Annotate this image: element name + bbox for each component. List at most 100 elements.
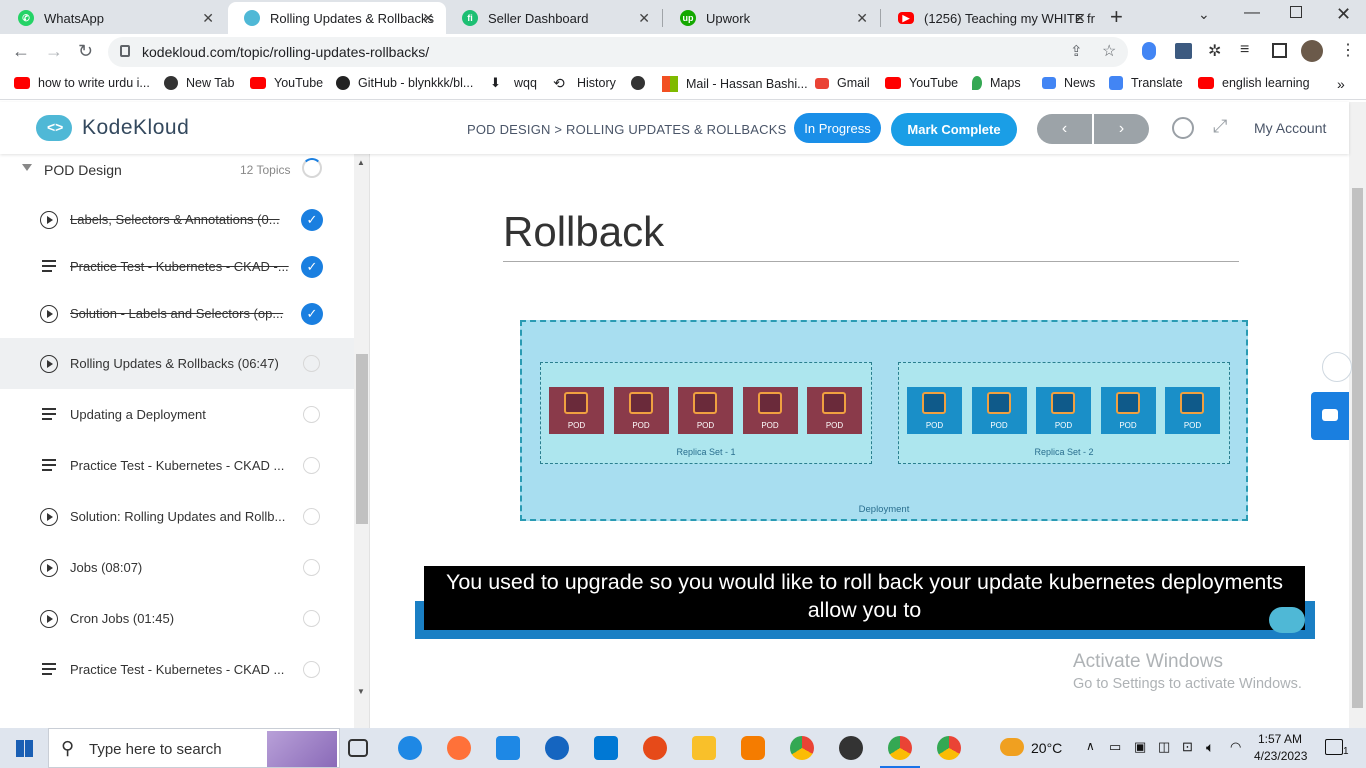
reload-icon[interactable]: ↻: [78, 41, 93, 62]
microphone-icon[interactable]: [1322, 352, 1352, 382]
kodekloud-logo[interactable]: <> KodeKloud: [36, 115, 189, 141]
settings-app-icon[interactable]: [741, 736, 765, 760]
restore-icon[interactable]: [1290, 6, 1302, 18]
bookmark-item[interactable]: ⟲ History: [553, 76, 616, 90]
sidebar-lesson-item[interactable]: Updating a Deployment: [0, 389, 354, 440]
scroll-up-icon[interactable]: ▲: [357, 158, 365, 167]
sidebar-lesson-item[interactable]: Practice Test - Kubernetes - CKAD ...: [0, 644, 354, 695]
app-icon[interactable]: [643, 736, 667, 760]
completed-check-icon[interactable]: ✓: [301, 208, 323, 231]
tab-youtube-video[interactable]: ▶ (1256) Teaching my WHITE fr ✕: [882, 2, 1098, 34]
tab-seller-dashboard[interactable]: fi Seller Dashboard ✕: [446, 2, 662, 34]
sidebar-lesson-item[interactable]: Solution: Rolling Updates and Rollb...: [0, 491, 354, 542]
voice-search-icon[interactable]: [1142, 42, 1156, 60]
back-icon[interactable]: ←: [12, 41, 30, 62]
incomplete-circle-icon[interactable]: [303, 559, 320, 576]
store-icon[interactable]: [496, 736, 520, 760]
incomplete-circle-icon[interactable]: [303, 355, 320, 372]
collapse-arrow-icon[interactable]: [22, 164, 32, 171]
address-bar[interactable]: kodekloud.com/topic/rolling-updates-roll…: [108, 37, 1128, 67]
my-account-link[interactable]: My Account: [1254, 120, 1326, 136]
monitor-icon[interactable]: ⊡: [1182, 739, 1193, 755]
breadcrumb[interactable]: POD DESIGN > ROLLING UPDATES & ROLLBACKS: [467, 122, 787, 137]
bookmark-item[interactable]: New Tab: [164, 76, 234, 90]
file-explorer-icon[interactable]: [692, 736, 716, 760]
chat-icon[interactable]: [1311, 392, 1349, 440]
window-close-icon[interactable]: ✕: [1336, 4, 1351, 25]
wifi-icon[interactable]: ◠: [1230, 739, 1241, 755]
weather-icon[interactable]: [1000, 738, 1024, 756]
task-view-icon[interactable]: [348, 739, 368, 757]
share-icon[interactable]: ⇪: [1070, 42, 1083, 60]
close-icon[interactable]: ✕: [638, 10, 650, 27]
completed-check-icon[interactable]: ✓: [301, 255, 323, 278]
windows-start-icon[interactable]: [16, 740, 33, 757]
obs-icon[interactable]: [839, 736, 863, 760]
forward-icon[interactable]: →: [45, 41, 63, 62]
notification-center-icon[interactable]: [1325, 739, 1343, 755]
bookmark-item[interactable]: Maps: [972, 76, 1021, 90]
bookmark-item[interactable]: Gmail: [815, 76, 870, 90]
tab-rolling-updates[interactable]: Rolling Updates & Rollbacks ✕: [228, 2, 446, 34]
chrome-profile-icon[interactable]: [888, 736, 912, 760]
sidebar-lesson-item[interactable]: Practice Test - Kubernetes - CKAD ...: [0, 440, 354, 491]
incomplete-circle-icon[interactable]: [303, 406, 320, 423]
close-icon[interactable]: ✕: [422, 10, 434, 27]
page-scrollbar[interactable]: [1349, 102, 1366, 728]
volume-icon[interactable]: 🔈︎: [1206, 739, 1214, 756]
mail-icon[interactable]: [594, 736, 618, 760]
completed-check-icon[interactable]: ✓: [301, 302, 323, 325]
incomplete-circle-icon[interactable]: [303, 457, 320, 474]
extension-download-icon[interactable]: [1175, 43, 1192, 59]
chrome-icon[interactable]: [790, 736, 814, 760]
display-icon[interactable]: ▣: [1134, 739, 1146, 755]
page-scroll-thumb[interactable]: [1352, 188, 1363, 708]
minimize-icon[interactable]: —: [1244, 4, 1260, 22]
sidebar-lesson-item[interactable]: Rolling Updates & Rollbacks (06:47): [0, 338, 354, 389]
mark-complete-button[interactable]: Mark Complete: [891, 113, 1017, 146]
phone-link-icon[interactable]: [545, 736, 569, 760]
clock-date[interactable]: 4/23/2023: [1254, 749, 1307, 763]
bookmarks-overflow-icon[interactable]: »: [1337, 76, 1345, 92]
camera-icon[interactable]: ◫: [1158, 739, 1170, 755]
scroll-down-icon[interactable]: ▼: [357, 687, 365, 696]
next-lesson-button[interactable]: ›: [1094, 114, 1149, 144]
extensions-puzzle-icon[interactable]: ✲: [1208, 41, 1221, 61]
bookmark-item[interactable]: english learning: [1198, 76, 1310, 90]
temperature-text[interactable]: 20°C: [1031, 740, 1062, 756]
tab-whatsapp[interactable]: ✆ WhatsApp ✕: [2, 2, 226, 34]
profile-avatar[interactable]: [1301, 40, 1323, 62]
sidebar-scrollbar[interactable]: ▲ ▼: [354, 154, 369, 728]
bookmark-item[interactable]: how to write urdu i...: [14, 76, 150, 90]
sidebar-lesson-item[interactable]: Labels, Selectors & Annotations (0... ✓: [0, 194, 354, 245]
clock-time[interactable]: 1:57 AM: [1258, 732, 1302, 746]
media-control-icon[interactable]: ≡: [1240, 41, 1249, 59]
chrome-profile-h-icon[interactable]: [937, 736, 961, 760]
close-icon[interactable]: ✕: [202, 10, 214, 27]
bookmark-item[interactable]: YouTube: [250, 76, 323, 90]
section-header[interactable]: POD Design 12 Topics: [0, 154, 354, 184]
tray-chevron-icon[interactable]: ∧: [1086, 739, 1095, 753]
sidebar-lesson-item[interactable]: Solution - Labels and Selectors (op... ✓: [0, 288, 354, 339]
incomplete-circle-icon[interactable]: [303, 661, 320, 678]
bookmark-item[interactable]: News: [1042, 76, 1095, 90]
bookmark-item[interactable]: Mail - Hassan Bashi...: [662, 76, 808, 92]
close-icon[interactable]: ✕: [1074, 10, 1086, 27]
sidebar-scroll-thumb[interactable]: [356, 354, 368, 524]
side-panel-icon[interactable]: [1272, 43, 1287, 58]
taskbar-search[interactable]: ⚲ Type here to search: [48, 728, 340, 768]
browser-menu-icon[interactable]: ⋮: [1340, 40, 1356, 60]
tab-upwork[interactable]: up Upwork ✕: [664, 2, 880, 34]
video-area[interactable]: Rollback POD POD POD POD POD Replica Set - 1…: [371, 154, 1349, 728]
bookmark-item[interactable]: [631, 76, 653, 90]
incomplete-circle-icon[interactable]: [303, 610, 320, 627]
edge-icon[interactable]: [398, 736, 422, 760]
network-device-icon[interactable]: ▭: [1109, 739, 1121, 755]
firefox-icon[interactable]: [447, 736, 471, 760]
bookmark-item[interactable]: ⬇ wqq: [490, 76, 537, 90]
close-icon[interactable]: ✕: [856, 10, 868, 27]
tab-search-icon[interactable]: ⌄: [1198, 6, 1210, 23]
previous-lesson-button[interactable]: ‹: [1037, 114, 1092, 144]
fullscreen-icon[interactable]: ⤢: [1213, 116, 1227, 137]
bookmark-item[interactable]: YouTube: [885, 76, 958, 90]
